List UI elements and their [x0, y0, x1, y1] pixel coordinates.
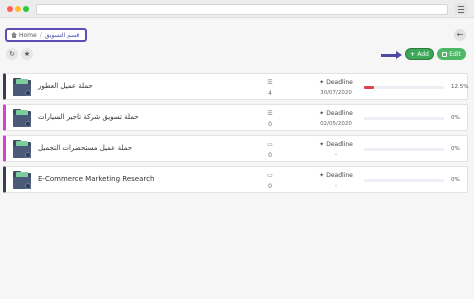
maximize-window-icon[interactable]: [23, 6, 29, 12]
edit-button[interactable]: Edit: [437, 48, 466, 60]
browser-chrome: [0, 0, 474, 18]
deadline: ✦ Deadline 02/05/2020: [306, 110, 366, 127]
minimize-window-icon[interactable]: [15, 6, 21, 12]
refresh-button[interactable]: ↻: [6, 48, 18, 60]
project-title[interactable]: حملة عميل العطور: [38, 82, 93, 90]
breadcrumb-home-link[interactable]: Home: [19, 32, 37, 39]
pin-icon: ✦: [319, 141, 325, 148]
project-folder-icon: [13, 171, 31, 189]
close-window-icon[interactable]: [7, 6, 13, 12]
task-count-value: 0: [268, 121, 272, 128]
project-folder-icon: [13, 109, 31, 127]
task-count: ▭ 0: [259, 141, 281, 159]
add-button-label: Add: [417, 50, 429, 58]
page-content: Home / قسم التسويق ← ↻ ★ + Add Edit حملة…: [0, 18, 474, 299]
add-button[interactable]: + Add: [405, 48, 434, 60]
breadcrumb-separator: /: [39, 31, 42, 39]
progress-bar: [364, 148, 444, 151]
plus-icon: +: [410, 50, 416, 58]
favorite-button[interactable]: ★: [21, 48, 33, 60]
annotation-arrow: [381, 51, 402, 59]
deadline-label: Deadline: [326, 141, 353, 148]
deadline-label: Deadline: [326, 172, 353, 179]
project-title[interactable]: حملة تسويق شركة تاجير السيارات: [38, 113, 139, 121]
project-card[interactable]: حملة تسويق شركة تاجير السيارات ☰ 0 ✦ Dead…: [3, 104, 468, 131]
task-count-value: 4: [268, 90, 272, 97]
deadline-date: 30/07/2020: [320, 90, 352, 96]
project-folder-icon: [13, 78, 31, 96]
progress-percent: 0%: [451, 115, 460, 121]
task-count-value: 0: [268, 183, 272, 190]
pin-icon: ✦: [319, 172, 325, 179]
deadline-label: Deadline: [326, 79, 353, 86]
task-count: ▭ 0: [259, 172, 281, 190]
progress-percent: 0%: [451, 177, 460, 183]
edit-icon: [442, 51, 448, 57]
project-card[interactable]: حملة عميل العطور ☰ 4 ✦ Deadline 30/07/202…: [3, 73, 468, 100]
progress-bar: [364, 179, 444, 182]
progress-bar: [364, 117, 444, 120]
arrow-left-icon: ←: [456, 30, 464, 39]
project-card[interactable]: E-Commerce Marketing Research ▭ 0 ✦ Deadl…: [3, 166, 468, 193]
progress-fill: [364, 86, 374, 89]
deadline: ✦ Deadline 30/07/2020: [306, 79, 366, 96]
project-title[interactable]: حملة عميل مستحضرات التجميل: [38, 144, 132, 152]
pin-icon: ✦: [319, 110, 325, 117]
pin-icon: ✦: [319, 79, 325, 86]
deadline-date: -: [335, 183, 337, 189]
deadline-label: Deadline: [326, 110, 353, 117]
home-icon: [11, 32, 17, 38]
deadline: ✦ Deadline -: [306, 172, 366, 189]
deadline-date: 02/05/2020: [320, 121, 352, 127]
progress-percent: 0%: [451, 146, 460, 152]
refresh-icon: ↻: [9, 50, 15, 58]
folder-icon: ▭: [267, 141, 273, 148]
deadline-date: -: [335, 152, 337, 158]
list-icon: ☰: [267, 110, 273, 117]
progress-bar: [364, 86, 444, 89]
progress-percent: 12.5%: [451, 84, 469, 90]
edit-button-label: Edit: [449, 50, 461, 58]
task-count: ☰ 4: [259, 79, 281, 97]
project-card[interactable]: حملة عميل مستحضرات التجميل ▭ 0 ✦ Deadline…: [3, 135, 468, 162]
list-icon: ☰: [267, 79, 273, 86]
hamburger-menu-icon[interactable]: [455, 3, 467, 15]
task-count-value: 0: [268, 152, 272, 159]
deadline: ✦ Deadline -: [306, 141, 366, 158]
address-bar[interactable]: [36, 4, 448, 15]
back-button[interactable]: ←: [454, 29, 466, 41]
star-icon: ★: [23, 50, 31, 58]
breadcrumb: Home / قسم التسويق: [5, 28, 88, 42]
breadcrumb-current: قسم التسويق: [44, 31, 80, 39]
task-count: ☰ 0: [259, 110, 281, 128]
project-folder-icon: [13, 140, 31, 158]
folder-icon: ▭: [267, 172, 273, 179]
project-title[interactable]: E-Commerce Marketing Research: [38, 175, 154, 183]
